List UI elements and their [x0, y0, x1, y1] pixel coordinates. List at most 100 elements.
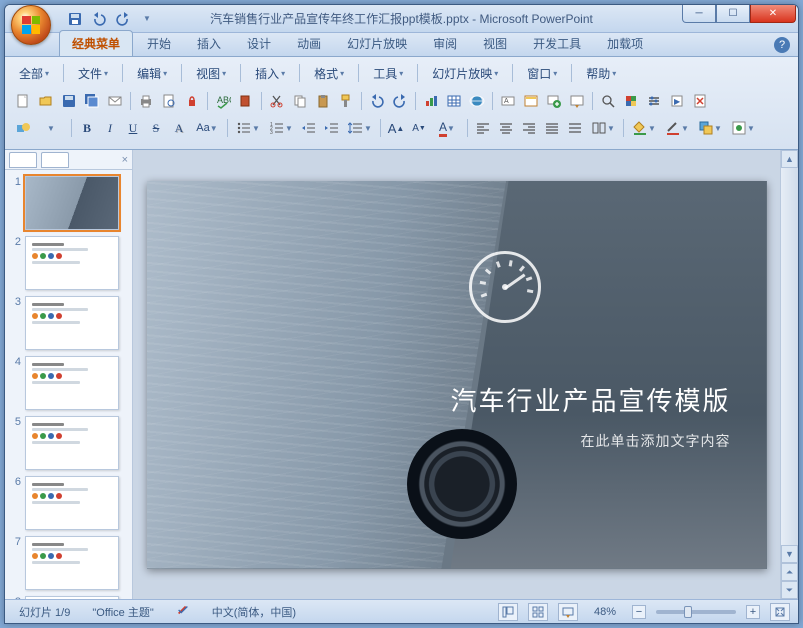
indent-button[interactable] [322, 118, 342, 138]
print-preview-button[interactable] [159, 91, 179, 111]
save-button-2[interactable] [59, 91, 79, 111]
research-button[interactable] [236, 91, 256, 111]
font-shrink-button[interactable]: A▼ [409, 118, 429, 138]
normal-view-button[interactable] [498, 603, 518, 621]
shadow-button[interactable]: A [169, 118, 189, 138]
slide-title[interactable]: 汽车行业产品宣传模版 [450, 381, 730, 418]
thumbnail-5[interactable]: 5 [9, 416, 128, 470]
line-color-button[interactable]: ▼ [662, 118, 692, 138]
menu-9[interactable]: 帮助 ▾ [580, 63, 622, 84]
menu-7[interactable]: 幻灯片放映 ▾ [426, 63, 504, 84]
zoom-out-button[interactable]: − [632, 605, 646, 619]
qat-customize[interactable]: ▼ [137, 9, 157, 29]
thumbnail-1[interactable]: 1 [9, 176, 128, 230]
new-button[interactable] [13, 91, 33, 111]
ribbon-tab-7[interactable]: 视图 [471, 31, 519, 56]
thumbnail-list[interactable]: 1 2 3 4 5 6 7 8 [5, 170, 132, 599]
view-show-button[interactable] [567, 91, 587, 111]
shape-button[interactable] [13, 118, 33, 138]
menu-4[interactable]: 插入 ▾ [249, 63, 291, 84]
slide-canvas[interactable]: 汽车行业产品宣传模版 在此单击添加文字内容 [147, 181, 767, 569]
columns-button[interactable]: ▼ [588, 118, 618, 138]
format-painter-button[interactable] [336, 91, 356, 111]
menu-8[interactable]: 窗口 ▾ [521, 63, 563, 84]
ribbon-tab-5[interactable]: 幻灯片放映 [335, 31, 419, 56]
ribbon-tab-1[interactable]: 开始 [135, 31, 183, 56]
close-button[interactable]: ✕ [750, 5, 796, 23]
theme-name[interactable]: "Office 主题" [86, 602, 159, 622]
email-button[interactable] [105, 91, 125, 111]
undo-button-2[interactable] [367, 91, 387, 111]
zoom-slider[interactable] [656, 610, 736, 614]
copy-button[interactable] [290, 91, 310, 111]
language-status[interactable]: 中文(简体，中国) [206, 602, 302, 622]
prev-slide-button[interactable]: ⏶ [781, 563, 798, 581]
line-spacing-button[interactable]: ▼ [345, 118, 375, 138]
change-case-button[interactable]: Aa▼ [192, 118, 222, 138]
ribbon-tab-2[interactable]: 插入 [185, 31, 233, 56]
underline-button[interactable]: U [123, 118, 143, 138]
help-button[interactable]: ? [774, 37, 790, 53]
cut-button[interactable] [267, 91, 287, 111]
thumbnail-7[interactable]: 7 [9, 536, 128, 590]
outdent-button[interactable] [299, 118, 319, 138]
close-doc-button[interactable] [690, 91, 710, 111]
ribbon-tab-0[interactable]: 经典菜单 [59, 30, 133, 56]
ribbon-tab-6[interactable]: 审阅 [421, 31, 469, 56]
justify-button[interactable] [542, 118, 562, 138]
spellcheck-status-icon[interactable] [170, 601, 196, 622]
menu-3[interactable]: 视图 ▾ [190, 63, 232, 84]
scroll-down-button[interactable]: ▼ [781, 545, 798, 563]
shape-dropdown[interactable]: ▼ [36, 118, 66, 138]
maximize-button[interactable]: ☐ [716, 5, 750, 23]
chart-button[interactable] [421, 91, 441, 111]
menu-5[interactable]: 格式 ▾ [308, 63, 350, 84]
quick-styles-button[interactable]: ▼ [728, 118, 758, 138]
macro-button[interactable]: ▶ [667, 91, 687, 111]
bold-button[interactable]: B [77, 118, 97, 138]
thumbnail-4[interactable]: 4 [9, 356, 128, 410]
outline-tab[interactable] [41, 152, 69, 168]
office-button[interactable] [11, 5, 51, 45]
bullets-button[interactable]: ▼ [233, 118, 263, 138]
next-slide-button[interactable]: ⏷ [781, 581, 798, 599]
options-button[interactable] [644, 91, 664, 111]
menu-2[interactable]: 编辑 ▾ [131, 63, 173, 84]
distribute-button[interactable] [565, 118, 585, 138]
thumb-pane-close[interactable]: × [122, 154, 128, 166]
menu-0[interactable]: 全部 ▾ [13, 63, 55, 84]
numbering-button[interactable]: 123▼ [266, 118, 296, 138]
paste-button[interactable] [313, 91, 333, 111]
vertical-scrollbar[interactable]: ▲ ▼ ⏶ ⏷ [780, 150, 798, 599]
color-button[interactable] [621, 91, 641, 111]
redo-button-2[interactable] [390, 91, 410, 111]
ribbon-tab-4[interactable]: 动画 [285, 31, 333, 56]
zoom-button[interactable] [598, 91, 618, 111]
thumbnail-6[interactable]: 6 [9, 476, 128, 530]
slide-editor[interactable]: 汽车行业产品宣传模版 在此单击添加文字内容 [133, 150, 780, 599]
zoom-slider-handle[interactable] [684, 606, 692, 618]
slide-subtitle[interactable]: 在此单击添加文字内容 [581, 431, 731, 451]
font-color-button[interactable]: A▼ [432, 118, 462, 138]
ribbon-tab-8[interactable]: 开发工具 [521, 31, 593, 56]
thumbnail-2[interactable]: 2 [9, 236, 128, 290]
ribbon-tab-3[interactable]: 设计 [235, 31, 283, 56]
save-button[interactable] [65, 9, 85, 29]
undo-button[interactable] [89, 9, 109, 29]
fill-color-button[interactable]: ▼ [629, 118, 659, 138]
arrange-button[interactable]: ▼ [695, 118, 725, 138]
open-button[interactable] [36, 91, 56, 111]
align-left-button[interactable] [473, 118, 493, 138]
thumbnail-3[interactable]: 3 [9, 296, 128, 350]
sorter-view-button[interactable] [528, 603, 548, 621]
fit-window-button[interactable] [770, 603, 790, 621]
align-center-button[interactable] [496, 118, 516, 138]
menu-1[interactable]: 文件 ▾ [72, 63, 114, 84]
italic-button[interactable]: I [100, 118, 120, 138]
text-box-button[interactable]: A [498, 91, 518, 111]
print-button[interactable] [136, 91, 156, 111]
zoom-in-button[interactable]: + [746, 605, 760, 619]
slideshow-view-button[interactable] [558, 603, 578, 621]
ribbon-tab-9[interactable]: 加载项 [595, 31, 655, 56]
thumbnail-8[interactable]: 8 [9, 596, 128, 599]
